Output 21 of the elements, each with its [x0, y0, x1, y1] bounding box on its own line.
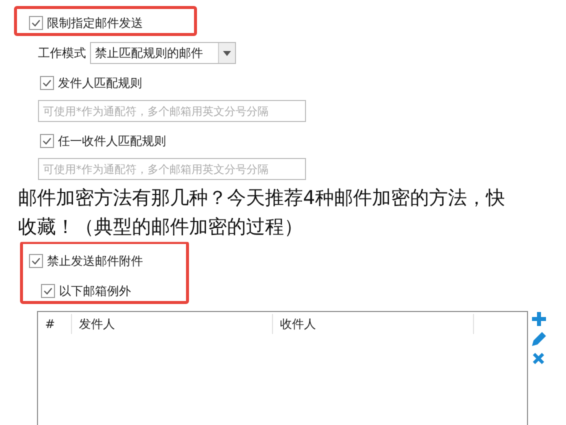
mode-label: 工作模式: [38, 44, 86, 62]
checkbox[interactable]: [29, 254, 43, 268]
checkbox-label: 禁止发送邮件附件: [47, 252, 143, 270]
checkbox[interactable]: [40, 134, 54, 148]
checkbox-label: 发件人匹配规则: [58, 74, 142, 92]
checkbox-label: 限制指定邮件发送: [47, 14, 143, 32]
mode-dropdown[interactable]: 禁止匹配规则的邮件: [90, 42, 236, 64]
checkbox-label: 以下邮箱例外: [59, 282, 131, 300]
delete-icon[interactable]: [532, 352, 545, 365]
checkbox[interactable]: [29, 16, 43, 30]
pencil-icon[interactable]: [532, 332, 546, 346]
dropdown-arrow-icon: [223, 50, 231, 56]
add-icon[interactable]: [532, 312, 546, 326]
checkbox[interactable]: [40, 76, 54, 90]
checkbox[interactable]: [41, 284, 55, 298]
column-header: 发件人: [72, 314, 273, 334]
column-header: #: [38, 314, 72, 334]
checkbox-label: 任一收件人匹配规则: [58, 132, 166, 150]
input-field[interactable]: 可使用*作为通配符，多个邮箱用英文分号分隔: [38, 100, 306, 122]
input-field[interactable]: 可使用*作为通配符，多个邮箱用英文分号分隔: [38, 158, 306, 180]
column-header: 收件人: [273, 314, 474, 334]
